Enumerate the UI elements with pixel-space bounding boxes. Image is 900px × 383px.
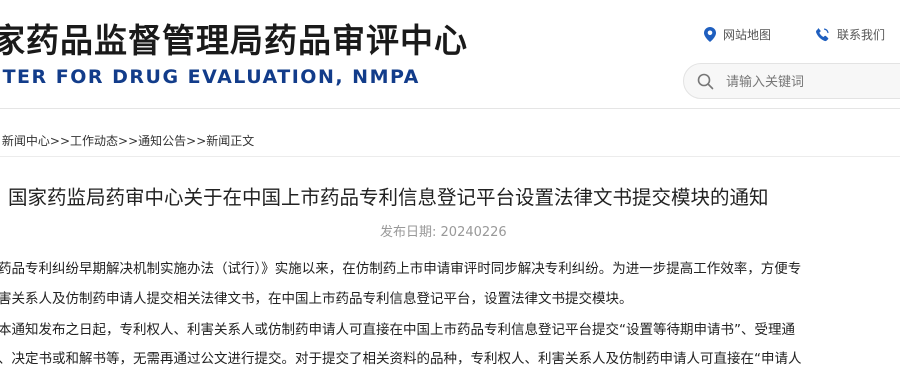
breadcrumb: : 新闻中心>>工作动态>>通知公告>>新闻正文 bbox=[0, 132, 254, 149]
location-pin-icon bbox=[704, 27, 716, 42]
publish-date-value: 20240226 bbox=[440, 225, 507, 240]
phone-icon bbox=[816, 28, 829, 42]
article-paragraph: 、决定书或和解书等，无需再通过公文进行提交。对于提交了相关资料的品种，专利权人、… bbox=[0, 351, 802, 367]
breadcrumb-notices[interactable]: >>通知公告 bbox=[118, 134, 186, 148]
site-header: 家药品监督管理局药品审评中心 ITER FOR DRUG EVALUATION,… bbox=[0, 0, 900, 109]
site-map-label: 网站地图 bbox=[723, 28, 772, 42]
breadcrumb-news-center[interactable]: 新闻中心 bbox=[2, 134, 50, 148]
content-divider bbox=[0, 156, 900, 157]
article-paragraph: 害关系人及仿制药申请人提交相关法律文书，在中国上市药品专利信息登记平台，设置法律… bbox=[0, 291, 633, 307]
site-title-cn[interactable]: 家药品监督管理局药品审评中心 bbox=[0, 14, 468, 62]
search-icon[interactable] bbox=[697, 73, 714, 90]
site-map-link[interactable]: 网站地图 bbox=[704, 26, 771, 43]
search-input[interactable] bbox=[724, 71, 900, 93]
breadcrumb-work-news[interactable]: >>工作动态 bbox=[50, 134, 118, 148]
article-paragraph: 药品专利纠纷早期解决机制实施办法（试行）》实施以来，在仿制药上市申请审评时同步解… bbox=[0, 261, 802, 277]
publish-date-label: 发布日期: bbox=[380, 225, 437, 240]
contact-link[interactable]: 联系我们 bbox=[815, 26, 885, 43]
site-title-en: ITER FOR DRUG EVALUATION, NMPA bbox=[0, 66, 420, 88]
contact-label: 联系我们 bbox=[837, 28, 886, 42]
article-title: 国家药监局药审中心关于在中国上市药品专利信息登记平台设置法律文书提交模块的通知 bbox=[8, 186, 769, 209]
breadcrumb-article: >>新闻正文 bbox=[186, 134, 255, 148]
search-box bbox=[683, 63, 900, 99]
publish-date: 发布日期: 20240226 bbox=[380, 221, 507, 240]
article-paragraph: 本通知发布之日起，专利权人、利害关系人或仿制药申请人可直接在中国上市药品专利信息… bbox=[0, 322, 795, 338]
